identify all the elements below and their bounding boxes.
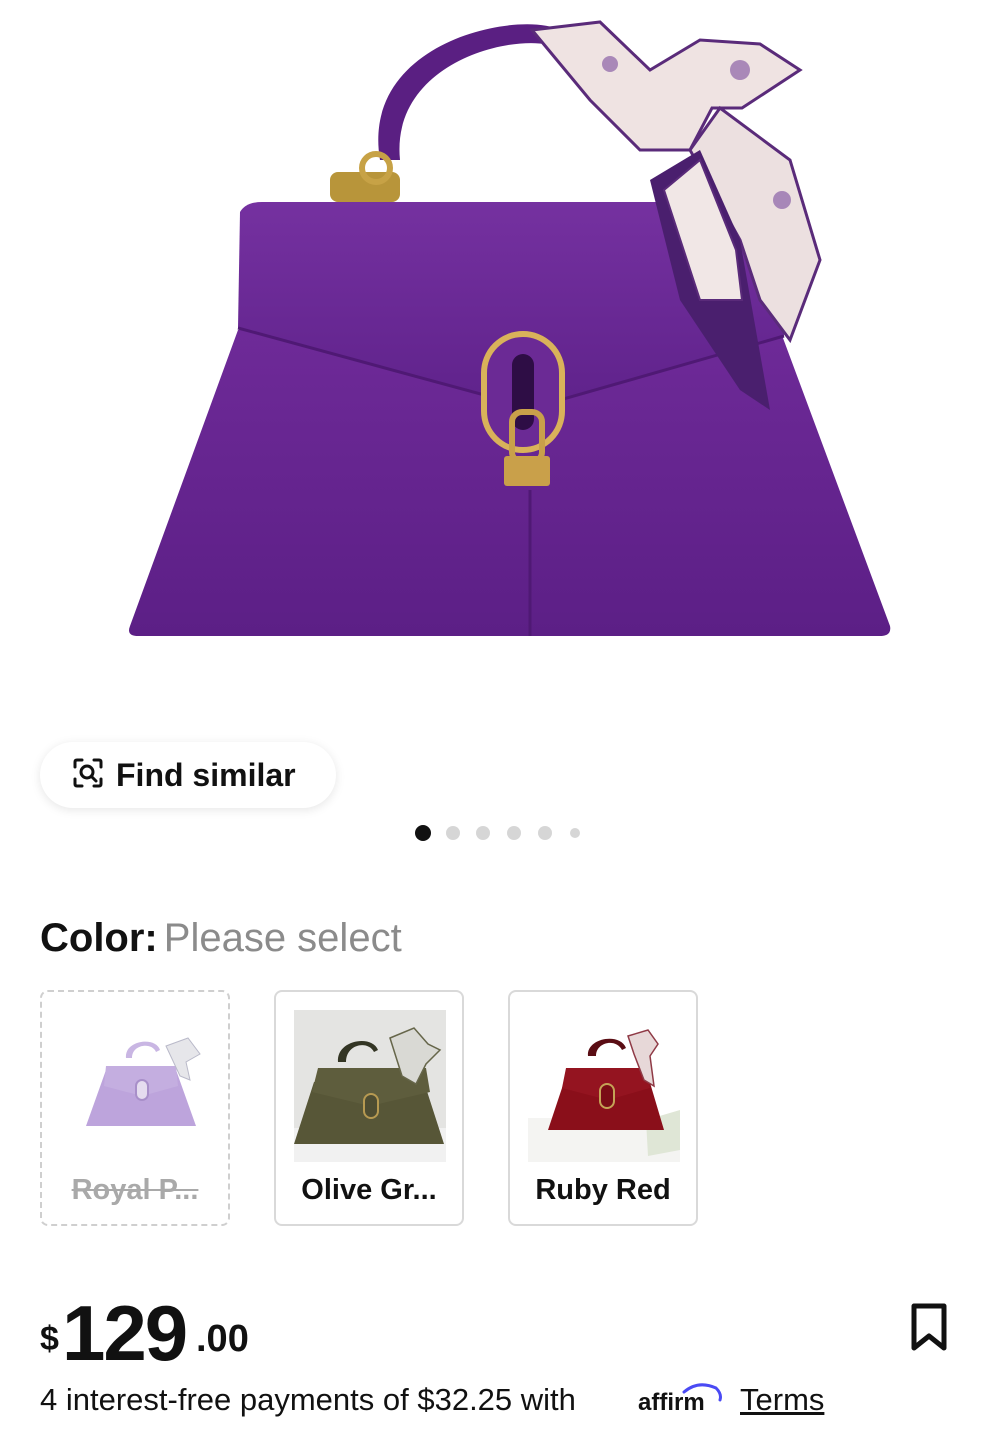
terms-link[interactable]: Terms bbox=[740, 1382, 824, 1418]
bookmark-button[interactable] bbox=[904, 1300, 954, 1354]
color-selector-label: Color: Please select bbox=[40, 916, 402, 961]
gallery-dot-1[interactable] bbox=[415, 825, 431, 841]
image-search-icon bbox=[72, 757, 104, 794]
affirm-logo: affirm bbox=[636, 1378, 726, 1418]
color-option-olive-green[interactable]: Olive Gr... bbox=[274, 990, 464, 1226]
price-decimal: .00 bbox=[196, 1318, 249, 1360]
find-similar-label: Find similar bbox=[116, 756, 296, 793]
find-similar-button[interactable]: Find similar bbox=[40, 742, 336, 808]
price-integer: 129 bbox=[62, 1289, 188, 1377]
color-option-name: Olive Gr... bbox=[301, 1174, 437, 1206]
gallery-pagination bbox=[0, 824, 998, 842]
color-option-name: Royal P... bbox=[71, 1174, 199, 1206]
gallery-dot-5[interactable] bbox=[538, 826, 552, 840]
color-label-key: Color: bbox=[40, 916, 158, 960]
gallery-dot-3[interactable] bbox=[476, 826, 490, 840]
color-option-name: Ruby Red bbox=[535, 1174, 671, 1206]
color-thumbnail bbox=[294, 1010, 446, 1162]
color-thumbnail bbox=[60, 1010, 212, 1162]
installment-text: 4 interest-free payments of $32.25 with bbox=[40, 1382, 576, 1417]
color-thumbnail bbox=[528, 1010, 680, 1162]
svg-text:affirm: affirm bbox=[638, 1389, 705, 1416]
gallery-dot-6[interactable] bbox=[570, 828, 580, 838]
product-image[interactable] bbox=[0, 0, 998, 720]
gallery-dot-2[interactable] bbox=[446, 826, 460, 840]
color-label-value: Please select bbox=[163, 916, 402, 960]
bookmark-icon bbox=[904, 1303, 954, 1358]
handbag-illustration bbox=[129, 20, 891, 636]
price-currency: $ bbox=[40, 1320, 59, 1358]
gallery-dot-4[interactable] bbox=[507, 826, 521, 840]
color-option-ruby-red[interactable]: Ruby Red bbox=[508, 990, 698, 1226]
color-option-royal-purple[interactable]: Royal P... bbox=[40, 990, 230, 1226]
